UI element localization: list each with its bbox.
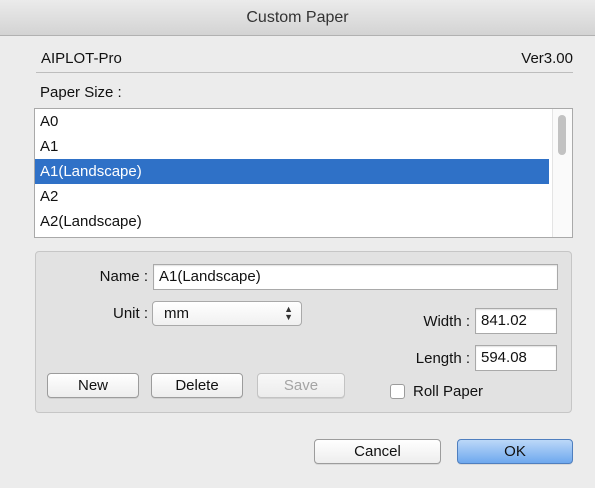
header-divider bbox=[36, 72, 573, 73]
width-label: Width : bbox=[423, 313, 470, 330]
cancel-button[interactable]: Cancel bbox=[314, 439, 441, 464]
unit-label: Unit : bbox=[112, 305, 148, 322]
name-field[interactable]: A1(Landscape) bbox=[153, 264, 558, 290]
length-label: Length : bbox=[415, 350, 470, 367]
list-item-label: A0 bbox=[40, 113, 59, 130]
list-item[interactable]: A2(Landscape) bbox=[35, 209, 549, 234]
roll-paper-label: Roll Paper bbox=[413, 383, 484, 400]
list-item-label: A2(Landscape) bbox=[40, 213, 142, 230]
list-scrollbar[interactable] bbox=[552, 109, 572, 237]
name-label: Name : bbox=[99, 268, 148, 285]
list-item-label: A2 bbox=[40, 188, 59, 205]
window-title: Custom Paper bbox=[246, 8, 349, 26]
list-item[interactable]: A0 bbox=[35, 109, 549, 134]
app-name: AIPLOT-Pro bbox=[41, 50, 122, 67]
updown-arrows-icon: ▲ ▼ bbox=[284, 304, 293, 322]
unit-select-value: mm bbox=[164, 305, 189, 322]
list-item[interactable]: A1 bbox=[35, 134, 549, 159]
roll-paper-checkbox[interactable] bbox=[390, 384, 405, 399]
ok-button[interactable]: OK bbox=[457, 439, 573, 464]
list-item-selected[interactable]: A1(Landscape) bbox=[35, 159, 549, 184]
paper-size-list[interactable]: A0 A1 A1(Landscape) A2 A2(Landscape) bbox=[34, 108, 573, 238]
version-label: Ver3.00 bbox=[521, 50, 573, 67]
title-bar[interactable]: Custom Paper bbox=[0, 0, 595, 36]
list-item[interactable]: A2 bbox=[35, 184, 549, 209]
length-field[interactable]: 594.08 bbox=[475, 345, 557, 371]
new-button[interactable]: New bbox=[47, 373, 139, 398]
paper-size-label: Paper Size : bbox=[40, 84, 122, 101]
list-item-label: A1(Landscape) bbox=[40, 163, 142, 180]
delete-button[interactable]: Delete bbox=[151, 373, 243, 398]
list-item-label: A1 bbox=[40, 138, 59, 155]
save-button[interactable]: Save bbox=[257, 373, 345, 398]
width-field[interactable]: 841.02 bbox=[475, 308, 557, 334]
scroll-thumb[interactable] bbox=[558, 115, 566, 155]
unit-select[interactable]: mm ▲ ▼ bbox=[152, 301, 302, 326]
